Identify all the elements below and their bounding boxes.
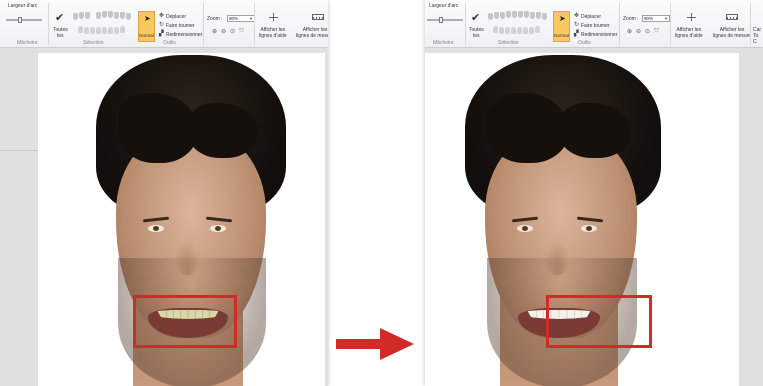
photo-canvas[interactable] <box>425 53 739 386</box>
group-tools-label: Outils <box>578 40 591 46</box>
cursor-arrow-icon: ➤ <box>559 14 566 23</box>
show-measure-button[interactable]: Afficher les lignes de mesure <box>713 27 751 39</box>
show-measure-button[interactable]: Afficher les lignes de mesure <box>296 27 328 39</box>
zoom-reset-icon[interactable]: ⊙ <box>230 29 235 35</box>
normal-mode-button[interactable]: ➤ Normal <box>553 11 570 42</box>
arch-width-slider[interactable] <box>427 17 463 23</box>
show-guides-button[interactable]: Afficher les lignes d'aide <box>675 27 703 39</box>
group-tools-label: Outils <box>163 40 176 46</box>
arch-width-label: Largeur d'arc <box>429 3 459 9</box>
rotate-tool[interactable]: Faire tourner <box>581 23 610 29</box>
checkmark-icon[interactable]: ✔ <box>471 13 480 24</box>
all-teeth-button-label[interactable]: Toutes les <box>469 27 484 39</box>
move-icon: ✥ <box>574 13 580 19</box>
group-selection-label: Sélection <box>498 40 519 46</box>
resize-icon: ▞ <box>574 31 579 37</box>
after-window: Largeur d'arc Mâchoire ✔ Toutes les Séle… <box>425 0 763 386</box>
workspace <box>425 48 763 386</box>
ruler-icon[interactable] <box>726 14 738 20</box>
ruler-icon[interactable] <box>312 14 324 20</box>
zoom-out-icon[interactable]: ⊖ <box>221 29 226 35</box>
group-jaw-label: Mâchoire <box>433 40 454 46</box>
group-selection-label: Sélection <box>83 40 104 46</box>
resize-tool[interactable]: Redimensionner <box>166 32 202 38</box>
photo-canvas[interactable] <box>38 53 325 386</box>
zoom-reset-icon[interactable]: ⊙ <box>645 29 650 35</box>
ribbon-toolbar: Largeur d'arc Mâchoire ✔ Toutes les Séle… <box>0 0 328 48</box>
rotate-icon: ↻ <box>159 22 165 28</box>
move-tool[interactable]: Déplacer <box>166 14 186 20</box>
zoom-label: Zoom : <box>207 16 223 22</box>
fit-icon[interactable]: ⤧ <box>654 29 659 35</box>
arch-width-slider[interactable] <box>6 17 42 23</box>
ribbon-toolbar: Largeur d'arc Mâchoire ✔ Toutes les Séle… <box>425 0 763 48</box>
zoom-select[interactable]: 90% ▼ <box>642 15 670 22</box>
zoom-select[interactable]: 90% ▼ <box>227 15 255 22</box>
zoom-in-icon[interactable]: ⊕ <box>627 29 632 35</box>
rotate-tool[interactable]: Faire tourner <box>166 23 195 29</box>
normal-mode-button[interactable]: ➤ Normal <box>138 11 155 42</box>
guide-lines-icon[interactable] <box>687 13 696 21</box>
rotate-icon: ↻ <box>574 22 580 28</box>
guide-lines-icon[interactable] <box>269 13 278 21</box>
workspace <box>0 48 328 386</box>
arch-width-label: Largeur d'arc <box>8 3 38 9</box>
resize-tool[interactable]: Redimensionner <box>581 32 617 38</box>
move-icon: ✥ <box>159 13 165 19</box>
zoom-label: Zoom : <box>623 16 639 22</box>
before-window: Largeur d'arc Mâchoire ✔ Toutes les Séle… <box>0 0 328 386</box>
normal-button-label: Normal <box>139 33 154 38</box>
show-guides-button[interactable]: Afficher les lignes d'aide <box>259 27 287 39</box>
all-teeth-button-label[interactable]: Toutes les <box>53 27 68 39</box>
guide-line <box>0 150 38 151</box>
fit-icon[interactable]: ⤧ <box>239 29 244 35</box>
red-arrow-icon <box>336 328 414 360</box>
normal-button-label: Normal <box>554 33 569 38</box>
checkmark-icon[interactable]: ✔ <box>55 13 64 24</box>
cut-button-partial[interactable]: Car To C <box>753 27 761 45</box>
resize-icon: ▞ <box>159 31 164 37</box>
smile-highlight-box <box>133 295 237 348</box>
cursor-arrow-icon: ➤ <box>144 14 151 23</box>
smile-highlight-box <box>546 295 652 348</box>
move-tool[interactable]: Déplacer <box>581 14 601 20</box>
zoom-in-icon[interactable]: ⊕ <box>212 29 217 35</box>
group-jaw-label: Mâchoire <box>17 40 38 46</box>
zoom-out-icon[interactable]: ⊖ <box>636 29 641 35</box>
